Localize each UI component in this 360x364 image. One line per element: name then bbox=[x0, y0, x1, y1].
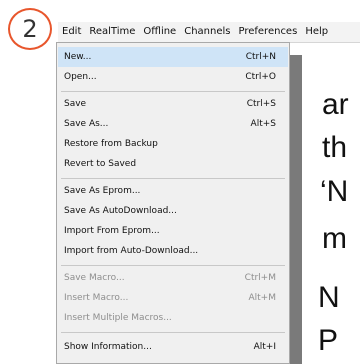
menu-item-show-information[interactable]: Show Information... Alt+I bbox=[58, 337, 288, 357]
menu-item-label: Show Information... bbox=[64, 342, 152, 352]
menu-bar: Edit RealTime Offline Channels Preferenc… bbox=[58, 22, 360, 43]
menu-separator bbox=[61, 265, 285, 266]
menu-item-shortcut: Alt+S bbox=[250, 119, 276, 129]
menu-item-import-from-eprom[interactable]: Import From Eprom... bbox=[58, 221, 288, 241]
dropdown-shadow bbox=[290, 55, 302, 364]
menu-realtime[interactable]: RealTime bbox=[85, 22, 139, 42]
menu-item-label: Save As AutoDownload... bbox=[64, 206, 177, 216]
menu-item-label: New... bbox=[64, 52, 92, 62]
menu-channels[interactable]: Channels bbox=[180, 22, 234, 42]
menu-item-label: Save bbox=[64, 99, 87, 109]
menu-item-label: Insert Multiple Macros... bbox=[64, 313, 172, 323]
background-text-line-4: m bbox=[322, 222, 347, 255]
menu-item-label: Save As Eprom... bbox=[64, 186, 141, 196]
menu-item-label: Import From Eprom... bbox=[64, 226, 160, 236]
menu-edit[interactable]: Edit bbox=[58, 22, 85, 42]
menu-item-label: Import from Auto-Download... bbox=[64, 246, 199, 256]
menu-preferences[interactable]: Preferences bbox=[234, 22, 301, 42]
menu-item-shortcut: Alt+M bbox=[248, 293, 277, 303]
menu-item-label: Save Macro... bbox=[64, 273, 125, 283]
menu-item-label: Open... bbox=[64, 72, 97, 82]
menu-item-insert-multiple-macros[interactable]: Insert Multiple Macros... bbox=[58, 308, 288, 328]
menu-item-save-as-autodownload[interactable]: Save As AutoDownload... bbox=[58, 201, 288, 221]
menu-item-shortcut: Ctrl+M bbox=[244, 273, 276, 283]
background-text-line-2: th bbox=[322, 131, 348, 164]
menu-offline[interactable]: Offline bbox=[139, 22, 180, 42]
background-text-line-1: ar bbox=[322, 88, 349, 121]
menu-item-shortcut: Ctrl+O bbox=[245, 72, 276, 82]
file-dropdown-menu: New... Ctrl+N Open... Ctrl+O Save Ctrl+S… bbox=[56, 42, 290, 364]
menu-item-save-as[interactable]: Save As... Alt+S bbox=[58, 114, 288, 134]
menu-item-restore-from-backup[interactable]: Restore from Backup bbox=[58, 134, 288, 154]
menu-separator bbox=[61, 91, 285, 92]
menu-separator bbox=[61, 332, 285, 333]
background-text-line-3: ‘N bbox=[320, 175, 349, 208]
menu-separator bbox=[61, 178, 285, 179]
menu-item-import-from-auto-download[interactable]: Import from Auto-Download... bbox=[58, 241, 288, 261]
menu-help[interactable]: Help bbox=[301, 22, 332, 42]
menu-item-shortcut: Alt+I bbox=[253, 342, 276, 352]
background-text-line-6: P bbox=[318, 324, 339, 357]
menu-item-shortcut: Ctrl+S bbox=[246, 99, 276, 109]
menu-item-save-as-eprom[interactable]: Save As Eprom... bbox=[58, 181, 288, 201]
menu-item-revert-to-saved[interactable]: Revert to Saved bbox=[58, 154, 288, 174]
menu-item-save-macro[interactable]: Save Macro... Ctrl+M bbox=[58, 268, 288, 288]
menu-item-open[interactable]: Open... Ctrl+O bbox=[58, 67, 288, 87]
menu-item-label: Insert Macro... bbox=[64, 293, 129, 303]
menu-item-label: Revert to Saved bbox=[64, 159, 137, 169]
step-number-badge: 2 bbox=[8, 8, 52, 50]
menu-item-label: Save As... bbox=[64, 119, 109, 129]
background-text-line-5: N bbox=[318, 281, 340, 314]
menu-item-new[interactable]: New... Ctrl+N bbox=[58, 47, 288, 67]
menu-item-save[interactable]: Save Ctrl+S bbox=[58, 94, 288, 114]
menu-item-shortcut: Ctrl+N bbox=[245, 52, 276, 62]
menu-item-label: Restore from Backup bbox=[64, 139, 158, 149]
menu-item-insert-macro[interactable]: Insert Macro... Alt+M bbox=[58, 288, 288, 308]
